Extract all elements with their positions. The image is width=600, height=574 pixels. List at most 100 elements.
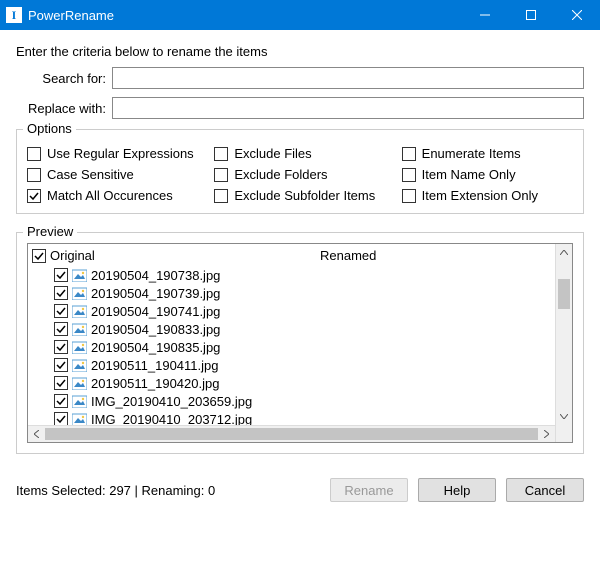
rename-button[interactable]: Rename	[330, 478, 408, 502]
list-item[interactable]: 20190511_190411.jpg	[30, 356, 555, 374]
list-item[interactable]: 20190511_190420.jpg	[30, 374, 555, 392]
help-button[interactable]: Help	[418, 478, 496, 502]
image-file-icon	[72, 341, 87, 354]
option-label: Item Name Only	[422, 167, 516, 182]
list-item[interactable]: 20190504_190739.jpg	[30, 284, 555, 302]
titlebar[interactable]: I PowerRename	[0, 0, 600, 30]
option-label: Item Extension Only	[422, 188, 538, 203]
checkbox-icon[interactable]	[402, 189, 416, 203]
file-name: IMG_20190410_203712.jpg	[91, 412, 252, 426]
image-file-icon	[72, 377, 87, 390]
option-checkbox[interactable]: Match All Occurences	[27, 188, 198, 203]
scroll-down-icon[interactable]	[556, 408, 572, 425]
checkbox-icon[interactable]	[27, 168, 41, 182]
image-file-icon	[72, 359, 87, 372]
horizontal-scrollbar[interactable]	[28, 425, 555, 442]
item-checkbox[interactable]	[54, 286, 68, 300]
item-checkbox[interactable]	[54, 376, 68, 390]
image-file-icon	[72, 395, 87, 408]
option-checkbox[interactable]: Case Sensitive	[27, 167, 198, 182]
options-group: Options Use Regular ExpressionsExclude F…	[16, 129, 584, 214]
option-checkbox[interactable]: Use Regular Expressions	[27, 146, 198, 161]
file-name: 20190504_190738.jpg	[91, 268, 220, 283]
preview-header: Original Renamed	[30, 246, 555, 266]
option-checkbox[interactable]: Item Extension Only	[402, 188, 573, 203]
item-checkbox[interactable]	[54, 394, 68, 408]
item-checkbox[interactable]	[54, 304, 68, 318]
option-label: Exclude Folders	[234, 167, 327, 182]
vscroll-thumb[interactable]	[558, 279, 570, 309]
file-name: 20190504_190833.jpg	[91, 322, 220, 337]
close-button[interactable]	[554, 0, 600, 30]
option-label: Enumerate Items	[422, 146, 521, 161]
checkbox-icon[interactable]	[27, 189, 41, 203]
checkbox-icon[interactable]	[214, 189, 228, 203]
search-row: Search for:	[16, 67, 584, 89]
search-input[interactable]	[112, 67, 584, 89]
image-file-icon	[72, 305, 87, 318]
option-label: Case Sensitive	[47, 167, 134, 182]
file-name: IMG_20190410_203659.jpg	[91, 394, 252, 409]
replace-label: Replace with:	[16, 101, 112, 116]
header-original: Original	[50, 248, 95, 263]
list-item[interactable]: 20190504_190741.jpg	[30, 302, 555, 320]
list-item[interactable]: 20190504_190835.jpg	[30, 338, 555, 356]
instruction-text: Enter the criteria below to rename the i…	[16, 44, 584, 59]
list-item[interactable]: 20190504_190738.jpg	[30, 266, 555, 284]
preview-list: Original Renamed 20190504_190738.jpg2019…	[27, 243, 573, 443]
checkbox-icon[interactable]	[27, 147, 41, 161]
option-checkbox[interactable]: Enumerate Items	[402, 146, 573, 161]
vscroll-track[interactable]	[556, 261, 572, 408]
replace-input[interactable]	[112, 97, 584, 119]
cancel-button[interactable]: Cancel	[506, 478, 584, 502]
file-name: 20190511_190420.jpg	[91, 376, 219, 391]
option-label: Exclude Subfolder Items	[234, 188, 375, 203]
hscroll-thumb[interactable]	[45, 428, 538, 440]
checkbox-icon[interactable]	[402, 147, 416, 161]
maximize-button[interactable]	[508, 0, 554, 30]
checkbox-icon[interactable]	[214, 168, 228, 182]
image-file-icon	[72, 287, 87, 300]
item-checkbox[interactable]	[54, 340, 68, 354]
list-item[interactable]: IMG_20190410_203659.jpg	[30, 392, 555, 410]
bottom-bar: Items Selected: 297 | Renaming: 0 Rename…	[0, 464, 600, 512]
item-checkbox[interactable]	[54, 322, 68, 336]
image-file-icon	[72, 413, 87, 426]
option-checkbox[interactable]: Exclude Files	[214, 146, 385, 161]
replace-row: Replace with:	[16, 97, 584, 119]
hscroll-track[interactable]	[45, 426, 538, 442]
file-name: 20190511_190411.jpg	[91, 358, 218, 373]
options-group-label: Options	[23, 121, 76, 136]
item-checkbox[interactable]	[54, 268, 68, 282]
list-item[interactable]: 20190504_190833.jpg	[30, 320, 555, 338]
scroll-left-icon[interactable]	[28, 426, 45, 442]
scroll-up-icon[interactable]	[556, 244, 572, 261]
preview-group-label: Preview	[23, 224, 77, 239]
item-checkbox[interactable]	[54, 358, 68, 372]
option-label: Exclude Files	[234, 146, 311, 161]
file-name: 20190504_190741.jpg	[91, 304, 220, 319]
option-checkbox[interactable]: Item Name Only	[402, 167, 573, 182]
option-label: Match All Occurences	[47, 188, 173, 203]
header-renamed: Renamed	[320, 248, 555, 263]
scroll-corner	[555, 425, 572, 442]
checkbox-icon[interactable]	[402, 168, 416, 182]
root-checkbox[interactable]	[32, 249, 46, 263]
main-content: Enter the criteria below to rename the i…	[0, 30, 600, 464]
image-file-icon	[72, 323, 87, 336]
file-name: 20190504_190739.jpg	[91, 286, 220, 301]
preview-group: Preview Original Renamed 20190504_190738…	[16, 232, 584, 454]
item-checkbox[interactable]	[54, 412, 68, 425]
option-checkbox[interactable]: Exclude Subfolder Items	[214, 188, 385, 203]
checkbox-icon[interactable]	[214, 147, 228, 161]
preview-body: Original Renamed 20190504_190738.jpg2019…	[28, 244, 555, 425]
option-checkbox[interactable]: Exclude Folders	[214, 167, 385, 182]
window-title: PowerRename	[28, 8, 462, 23]
scroll-right-icon[interactable]	[538, 426, 555, 442]
options-grid: Use Regular Expressions Exclude Files Enum…	[27, 142, 573, 203]
list-item[interactable]: IMG_20190410_203712.jpg	[30, 410, 555, 425]
app-icon: I	[6, 7, 22, 23]
minimize-button[interactable]	[462, 0, 508, 30]
file-list: 20190504_190738.jpg 20190504_190739.jpg 20…	[30, 266, 555, 425]
vertical-scrollbar[interactable]	[555, 244, 572, 425]
